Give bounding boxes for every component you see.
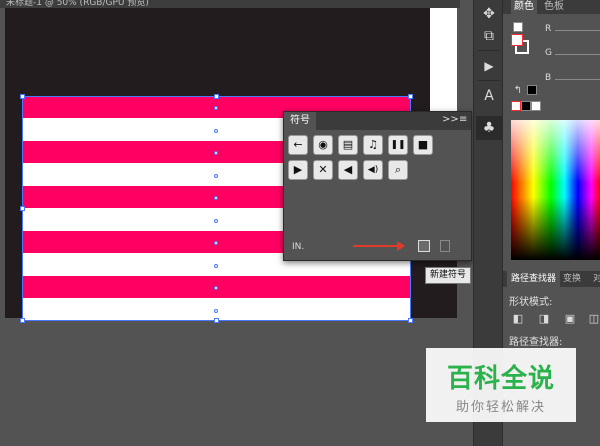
anchor-point[interactable] [214,264,218,268]
symbols-panel-title[interactable]: 符号 [284,112,316,130]
resize-handle-top[interactable] [214,94,219,99]
anchor-point[interactable] [214,309,218,313]
anchor-point[interactable] [214,286,218,290]
annotation-arrow-head [397,241,405,251]
tab-swatches[interactable]: 色板 [541,0,567,14]
symbol-music[interactable]: ♫ [363,135,383,155]
tooltip: 新建符号 [425,267,472,284]
artboard-white-area [430,8,457,118]
default-colors-icon[interactable] [513,22,523,32]
symbols-grid: ← ◉ ▤ ♫ ❚❚ ■ ▶ ✕ ◀ ◀) ⌕ [288,135,468,185]
tab-align[interactable]: 对 [589,271,600,287]
resize-handle-bottom[interactable] [214,318,219,323]
app-root: 未标题-1 @ 50% (RGB/GPU 预览) 符号 >> ≡ ← ◉ ▤ ♫… [0,0,600,446]
r-slider[interactable] [555,30,600,31]
white-swatch[interactable] [531,101,541,111]
symbol-search[interactable]: ⌕ [388,160,408,180]
black-swatch-2[interactable] [521,101,531,111]
symbol-volume-low[interactable]: ◀ [338,160,358,180]
resize-handle-left[interactable] [20,206,25,211]
symbol-mute[interactable]: ✕ [313,160,333,180]
pathfinder-tabs: 路径查找器 变换 对 [503,271,600,287]
text-area-icon[interactable]: A [476,84,502,108]
symbol-pause[interactable]: ❚❚ [388,135,408,155]
none-swatch[interactable] [511,101,521,111]
symbol-library-icon[interactable]: IN. [292,242,304,252]
anchor-point[interactable] [214,219,218,223]
symbols-panel: 符号 >> ≡ ← ◉ ▤ ♫ ❚❚ ■ ▶ ✕ ◀ ◀) ⌕ IN. [283,111,472,261]
anchor-point[interactable] [214,174,218,178]
color-panel-tabs: 颜色 色板 [503,0,600,14]
free-transform-icon[interactable]: ⧉ [476,24,502,48]
b-slider[interactable] [555,79,600,80]
delete-symbol-icon[interactable] [440,240,450,252]
swap-arrow-icon[interactable]: ↰ [511,84,525,98]
shape-modes-label: 形状模式: [509,297,553,308]
g-slider[interactable] [555,54,600,55]
play-icon[interactable]: ▶ [476,54,502,78]
tab-pathfinder[interactable]: 路径查找器 [507,271,561,287]
document-tab-title: 未标题-1 @ 50% (RGB/GPU 预览) [6,0,149,8]
black-swatch[interactable] [527,85,537,95]
g-label: G [545,48,552,58]
symbols-panel-header[interactable]: 符号 >> ≡ [284,112,471,130]
minus-front-icon[interactable]: ◨ [537,312,551,326]
symbol-arrow-left[interactable]: ← [288,135,308,155]
anchor-point[interactable] [214,241,218,245]
symbol-camera[interactable]: ◉ [313,135,333,155]
puppet-warp-icon[interactable]: ✥ [476,2,502,26]
club-symbol-icon[interactable]: ♣ [476,116,502,140]
resize-handle-top-left[interactable] [20,94,25,99]
anchor-point[interactable] [214,151,218,155]
resize-handle-bottom-left[interactable] [20,318,25,323]
intersect-icon[interactable]: ▣ [563,312,577,326]
tab-transform[interactable]: 变换 [559,271,585,287]
symbol-volume-high[interactable]: ◀) [363,160,383,180]
annotation-arrow [353,245,397,247]
symbol-stop[interactable]: ■ [413,135,433,155]
panel-menu-icon[interactable]: ≡ [459,114,467,125]
watermark-title: 百科全说 [446,364,555,394]
anchor-point[interactable] [214,129,218,133]
anchor-point[interactable] [214,196,218,200]
fill-swatch[interactable] [511,34,523,46]
symbol-play[interactable]: ▶ [288,160,308,180]
new-symbol-button[interactable] [418,240,430,252]
resize-handle-bottom-right[interactable] [408,318,413,323]
tab-color[interactable]: 颜色 [511,0,537,14]
collapse-panel-icon[interactable]: >> [442,114,459,125]
symbol-film[interactable]: ▤ [338,135,358,155]
tool-divider [478,80,500,81]
color-spectrum-overlay [511,120,600,260]
tool-divider [478,50,500,51]
resize-handle-top-right[interactable] [408,94,413,99]
watermark-subtitle: 助你轻松解决 [455,400,546,415]
watermark-logo: 百科全说 助你轻松解决 [426,348,576,422]
pathfinders-label: 路径查找器: [509,337,563,348]
document-tab[interactable]: 未标题-1 @ 50% (RGB/GPU 预览) [0,0,460,8]
r-label: R [545,24,552,34]
anchor-point[interactable] [214,106,218,110]
b-label: B [545,73,552,83]
unite-icon[interactable]: ◧ [511,312,525,326]
exclude-icon[interactable]: ◫ [587,312,600,326]
